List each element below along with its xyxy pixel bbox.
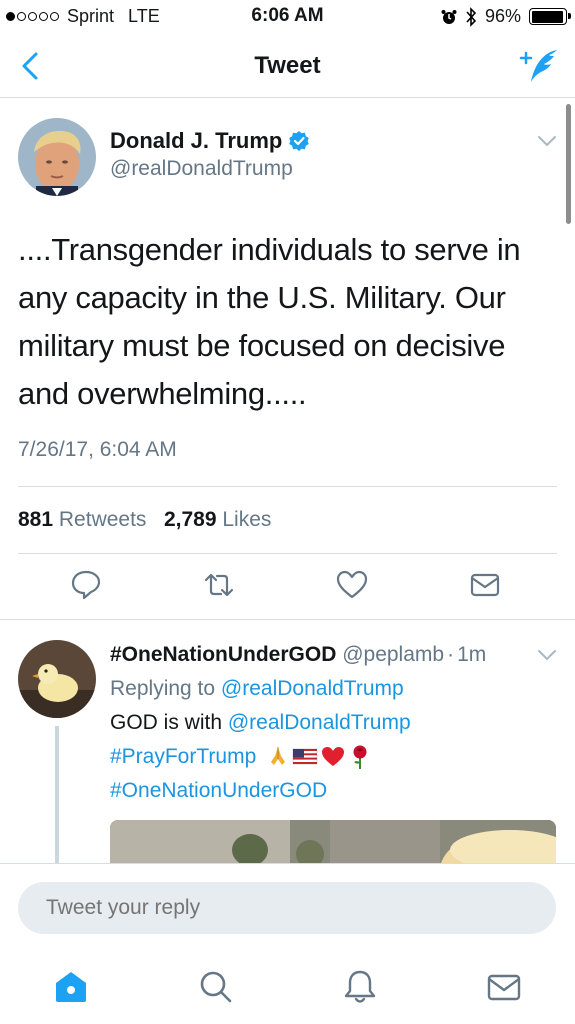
notifications-icon[interactable] [340, 967, 380, 1007]
page-title: Tweet [254, 52, 321, 79]
mention-link[interactable]: @realDonaldTrump [228, 711, 411, 734]
battery-fill [531, 10, 564, 23]
reply-hashtag2-line: #OneNationUnderGOD [110, 774, 560, 808]
reply-text-prefix: GOD is with [110, 711, 223, 734]
reply-text: GOD is with @realDonaldTrump [110, 706, 560, 740]
messages-icon[interactable] [484, 967, 524, 1007]
avatar[interactable] [18, 118, 96, 196]
separator: · [447, 643, 455, 666]
retweet-icon[interactable] [202, 568, 236, 602]
status-bar: Sprint LTE 6:06 AM 96% [0, 0, 575, 34]
reply-header: #OneNationUnderGOD @peplamb · 1m [110, 638, 560, 672]
author-name-row: Donald J. Trump [110, 128, 310, 154]
likes-label: Likes [222, 508, 272, 531]
rose-icon [353, 745, 367, 770]
main-tweet: Donald J. Trump @realDonaldTrump ....Tra… [0, 98, 575, 620]
navigation-bar: Tweet [0, 34, 575, 98]
bluetooth-icon [466, 6, 477, 27]
hashtag-link[interactable]: #PrayForTrump [110, 745, 256, 768]
reply-bar [0, 863, 575, 949]
reply-author-handle: @peplamb [342, 643, 445, 666]
divider [18, 553, 557, 554]
reply-input[interactable] [18, 882, 556, 934]
retweets-label: Retweets [58, 508, 147, 531]
author-handle: @realDonaldTrump [110, 157, 293, 180]
red-heart-icon [322, 747, 345, 767]
media-photo [110, 820, 556, 864]
us-flag-icon [292, 749, 318, 765]
chevron-down-icon[interactable] [537, 134, 557, 148]
likes-stat[interactable]: 2,789 Likes [164, 508, 271, 531]
likes-count: 2,789 [163, 508, 217, 531]
alarm-icon [441, 9, 457, 24]
retweets-count: 881 [18, 508, 54, 531]
emoji-row [266, 744, 372, 770]
folded-hands-icon [271, 747, 286, 766]
verified-badge-icon [289, 131, 310, 151]
battery-percent: 96% [484, 6, 521, 26]
reply-hashtags-line: #PrayForTrump [110, 740, 560, 774]
hashtag-link[interactable]: #OneNationUnderGOD [110, 779, 327, 802]
tweet-actions [0, 568, 575, 608]
author-block[interactable]: Donald J. Trump @realDonaldTrump [110, 128, 310, 181]
reply-time: 1m [457, 643, 487, 666]
reply-body: #OneNationUnderGOD @peplamb · 1m Replyin… [110, 638, 560, 808]
like-heart-icon[interactable] [335, 568, 369, 602]
reply-icon[interactable] [69, 568, 103, 602]
status-right: 96% [441, 6, 571, 27]
reply-avatar-image [18, 640, 96, 718]
avatar-image [18, 118, 96, 196]
retweets-stat[interactable]: 881 Retweets [18, 508, 146, 531]
search-icon[interactable] [196, 967, 236, 1007]
tweet-timestamp: 7/26/17, 6:04 AM [18, 438, 177, 461]
replying-prefix: Replying to [110, 677, 216, 700]
chevron-down-icon[interactable] [537, 648, 557, 662]
tab-bar [0, 949, 575, 1024]
battery-icon [529, 8, 571, 25]
avatar[interactable] [18, 640, 96, 718]
replying-to-line: Replying to @realDonaldTrump [110, 672, 560, 706]
tweet-stats: 881 Retweets 2,789 Likes [18, 508, 271, 532]
tweet-text: ....Transgender individuals to serve in … [18, 232, 521, 411]
thread-line [55, 726, 59, 864]
share-message-icon[interactable] [468, 568, 502, 602]
reply-media-image[interactable] [110, 820, 556, 864]
home-icon[interactable] [51, 967, 91, 1007]
compose-tweet-icon[interactable] [515, 44, 561, 88]
author-name: Donald J. Trump [110, 128, 283, 153]
reply-author-name[interactable]: #OneNationUnderGOD [110, 638, 336, 672]
replying-to-link[interactable]: @realDonaldTrump [221, 677, 404, 700]
divider [18, 486, 557, 487]
reply-tweet[interactable]: #OneNationUnderGOD @peplamb · 1m Replyin… [0, 620, 575, 864]
